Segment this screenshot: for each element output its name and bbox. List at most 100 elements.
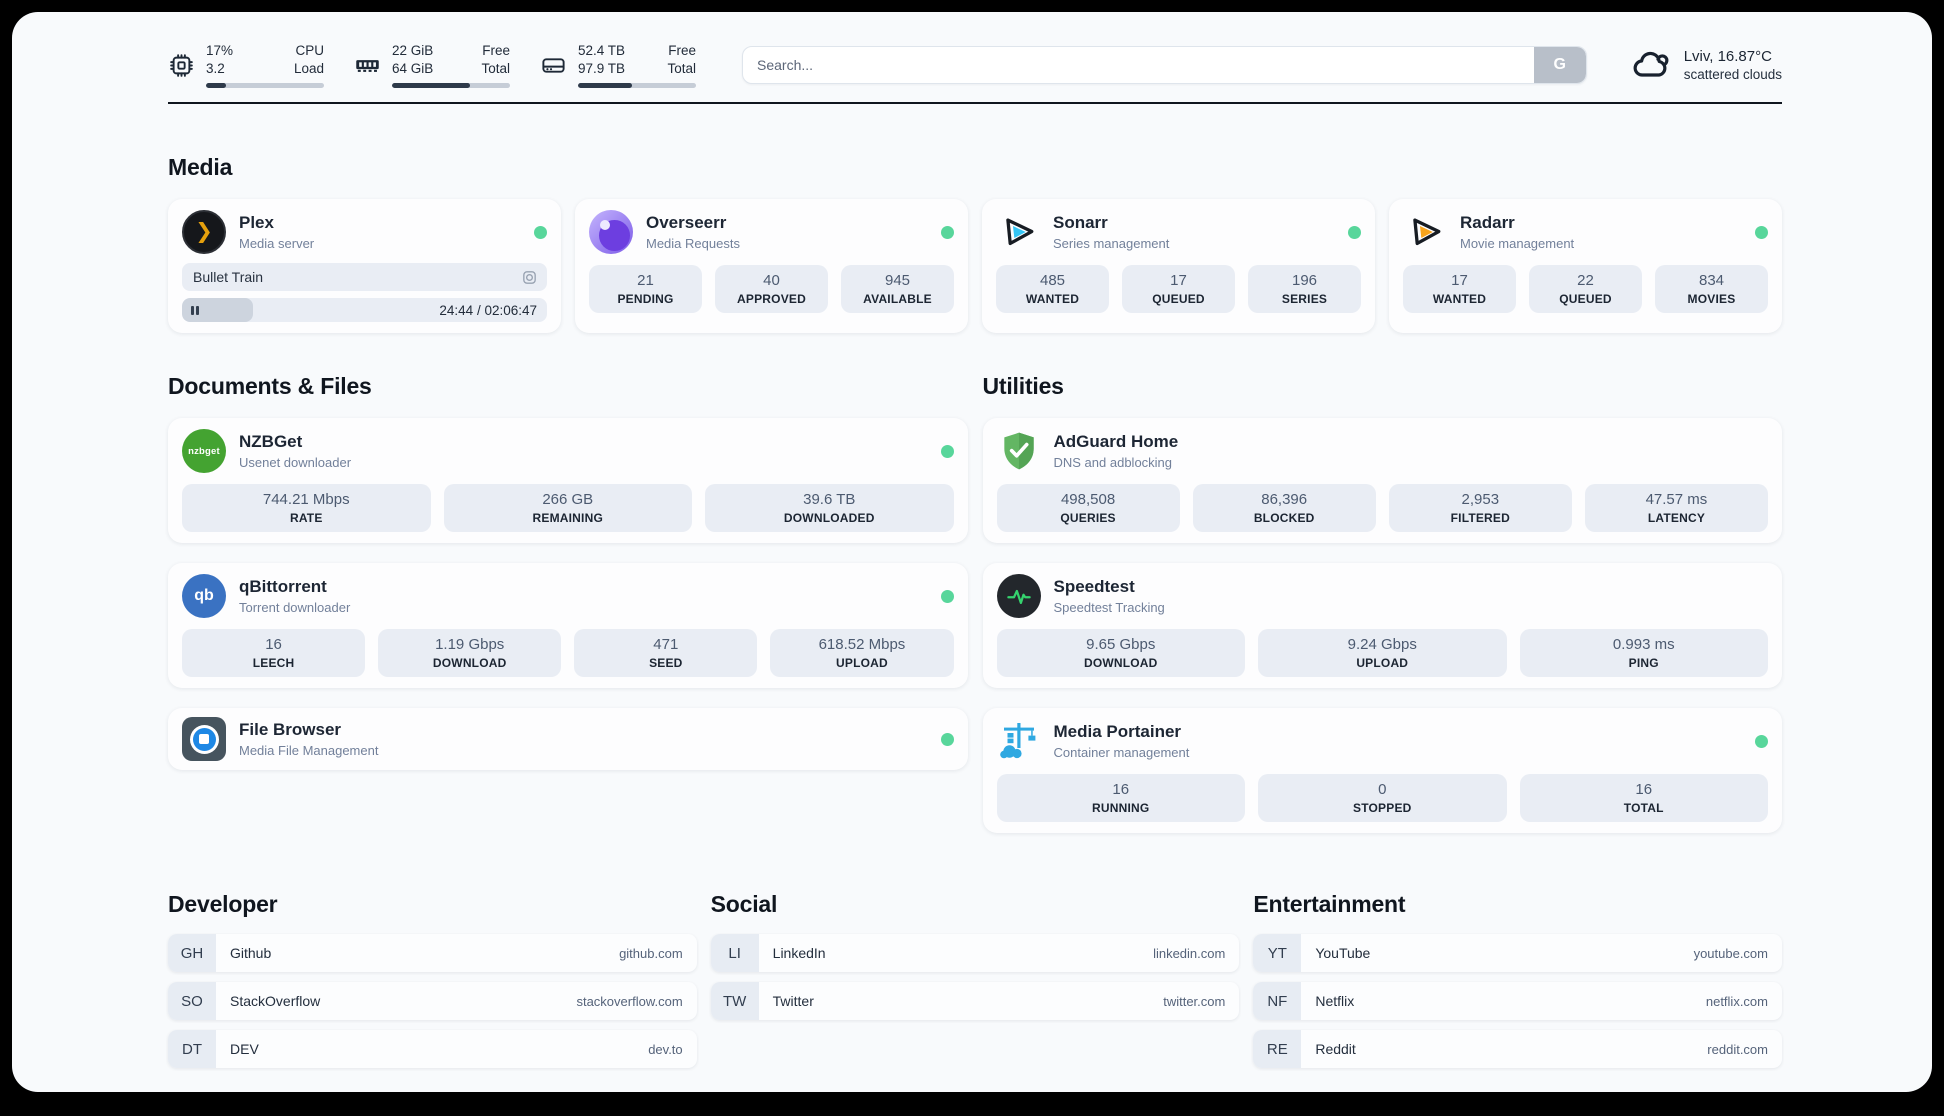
stat-box: 0 STOPPED <box>1258 774 1507 822</box>
bookmark-group-title: Social <box>710 891 778 917</box>
stat-box: 471 SEED <box>574 629 758 677</box>
bookmark-abbr: DT <box>168 1030 216 1068</box>
stat-box: 498,508 QUERIES <box>996 484 1180 532</box>
service-title: qBittorrent <box>239 577 327 596</box>
memory-widget: 22 GiB 64 GiB Free Total <box>354 42 510 88</box>
bookmark-url: linkedin.com <box>1153 945 1226 961</box>
service-card-radarr[interactable]: Radarr Movie management 17 WANTED 22 QUEUE… <box>1389 199 1782 333</box>
stat-box: 1.19 Gbps DOWNLOAD <box>378 629 562 677</box>
bookmark-twitter[interactable]: TW Twitter twitter.com <box>710 982 1240 1020</box>
media-services-grid: ❯ Plex Media server Bullet Train 24:44 /… <box>168 199 1782 333</box>
service-card-sonarr[interactable]: Sonarr Series management 485 WANTED 17 QUE… <box>982 199 1375 333</box>
status-dot <box>1755 734 1768 748</box>
bookmark-group-title: Entertainment <box>1253 891 1406 917</box>
service-title: Sonarr <box>1053 213 1108 232</box>
sonarr-icon <box>996 210 1040 254</box>
search-bar: G <box>742 46 1587 84</box>
stat-box: 39.6 TB DOWNLOADED <box>705 484 954 532</box>
plex-icon: ❯ <box>182 210 226 254</box>
section-title-documents: Documents & Files <box>168 373 372 399</box>
cpu-progress-bar <box>206 83 324 88</box>
stat-box: 744.21 Mbps RATE <box>182 484 431 532</box>
weather-widget: Lviv, 16.87°C scattered clouds <box>1631 45 1782 85</box>
service-card-filebrowser[interactable]: File Browser Media File Management <box>168 708 968 770</box>
stat-box: 17 QUEUED <box>1122 265 1235 313</box>
status-dot <box>1348 225 1361 239</box>
service-title: Overseerr <box>646 213 727 232</box>
bookmark-youtube[interactable]: YT YouTube youtube.com <box>1253 934 1782 972</box>
section-title-utilities: Utilities <box>982 373 1064 399</box>
storage-total-value: 97.9 TB <box>578 61 626 76</box>
service-subtitle: Media File Management <box>239 743 379 758</box>
stat-box: 9.24 Gbps UPLOAD <box>1258 629 1507 677</box>
stat-box: 40 APPROVED <box>715 265 828 313</box>
stat-box: 9.65 Gbps DOWNLOAD <box>996 629 1245 677</box>
bookmark-url: stackoverflow.com <box>576 993 683 1009</box>
search-provider-button[interactable]: G <box>1533 47 1586 83</box>
stat-box: 266 GB REMAINING <box>443 484 692 532</box>
video-icon <box>523 270 536 284</box>
service-card-overseerr[interactable]: Overseerr Media Requests 21 PENDING 40 APP… <box>575 199 968 333</box>
bookmark-netflix[interactable]: NF Netflix netflix.com <box>1253 982 1782 1020</box>
stat-box: 16 TOTAL <box>1519 774 1768 822</box>
bookmark-group-social: Social LI LinkedIn linkedin.com TW Twitt… <box>710 891 1240 1068</box>
memory-icon <box>356 59 379 72</box>
storage-widget: 52.4 TB 97.9 TB Free Total <box>540 42 696 88</box>
bookmark-url: youtube.com <box>1693 945 1768 961</box>
bookmark-group-entertainment: Entertainment YT YouTube youtube.com NF … <box>1253 891 1782 1068</box>
storage-progress-bar <box>578 83 696 88</box>
bookmark-abbr: SO <box>168 982 216 1020</box>
memory-total-label: Total <box>481 61 510 76</box>
bookmark-dev[interactable]: DT DEV dev.to <box>168 1030 697 1068</box>
bookmark-name: LinkedIn <box>772 945 826 961</box>
bookmark-abbr: NF <box>1253 982 1302 1020</box>
status-dot <box>534 225 547 239</box>
storage-free-label: Free <box>668 43 696 58</box>
storage-free-value: 52.4 TB <box>578 43 626 58</box>
search-input[interactable] <box>743 47 1534 83</box>
stat-box: 485 WANTED <box>996 265 1109 313</box>
now-playing-bar: Bullet Train <box>182 263 547 291</box>
stat-box: 834 MOVIES <box>1655 265 1768 313</box>
stat-box: 16 LEECH <box>182 629 366 677</box>
service-card-plex[interactable]: ❯ Plex Media server Bullet Train 24:44 /… <box>168 199 561 333</box>
service-title: AdGuard Home <box>1053 432 1179 451</box>
cpu-usage-value: 17% <box>206 43 234 58</box>
radarr-icon <box>1403 210 1447 254</box>
stat-box: 22 QUEUED <box>1529 265 1642 313</box>
service-card-speedtest[interactable]: Speedtest Speedtest Tracking 9.65 Gbps DO… <box>982 563 1782 688</box>
service-card-qbittorrent[interactable]: qb qBittorrent Torrent downloader 16 LEEC… <box>168 563 968 688</box>
hard-drive-icon <box>542 57 565 73</box>
status-dot <box>940 444 954 458</box>
service-card-portainer[interactable]: Media Portainer Container management 16 R… <box>982 708 1782 833</box>
pause-icon <box>191 305 199 315</box>
bookmark-abbr: TW <box>710 982 759 1020</box>
service-card-adguard[interactable]: AdGuard Home DNS and adblocking 498,508 Q… <box>982 418 1782 543</box>
stat-box: 2,953 FILTERED <box>1388 484 1572 532</box>
stat-box: 86,396 BLOCKED <box>1192 484 1376 532</box>
bookmark-group-title: Developer <box>168 891 278 917</box>
service-title: Media Portainer <box>1053 722 1182 741</box>
cpu-widget: 17% 3.2 CPU Load <box>168 42 324 88</box>
service-subtitle: Torrent downloader <box>239 600 351 615</box>
memory-total-value: 64 GiB <box>392 61 434 76</box>
bookmark-abbr: GH <box>168 934 216 972</box>
stat-box: 618.52 Mbps UPLOAD <box>770 629 954 677</box>
qbittorrent-icon: qb <box>182 574 226 618</box>
service-subtitle: Media server <box>239 236 315 251</box>
bookmark-url: netflix.com <box>1705 993 1768 1009</box>
service-subtitle: Speedtest Tracking <box>1053 600 1165 615</box>
service-title: File Browser <box>239 720 342 739</box>
cpu-usage-label: CPU <box>295 43 324 58</box>
service-card-nzbget[interactable]: nzbget NZBGet Usenet downloader 744.21 M… <box>168 418 968 543</box>
bookmark-github[interactable]: GH Github github.com <box>168 934 697 972</box>
now-playing-title: Bullet Train <box>193 269 264 285</box>
portainer-icon <box>997 719 1041 763</box>
filebrowser-icon <box>182 717 226 761</box>
bookmark-reddit[interactable]: RE Reddit reddit.com <box>1253 1030 1782 1068</box>
overseerr-icon <box>589 210 633 254</box>
service-subtitle: Media Requests <box>646 236 740 251</box>
storage-total-label: Total <box>667 61 696 76</box>
bookmark-linkedin[interactable]: LI LinkedIn linkedin.com <box>710 934 1240 972</box>
bookmark-stackoverflow[interactable]: SO StackOverflow stackoverflow.com <box>168 982 697 1020</box>
